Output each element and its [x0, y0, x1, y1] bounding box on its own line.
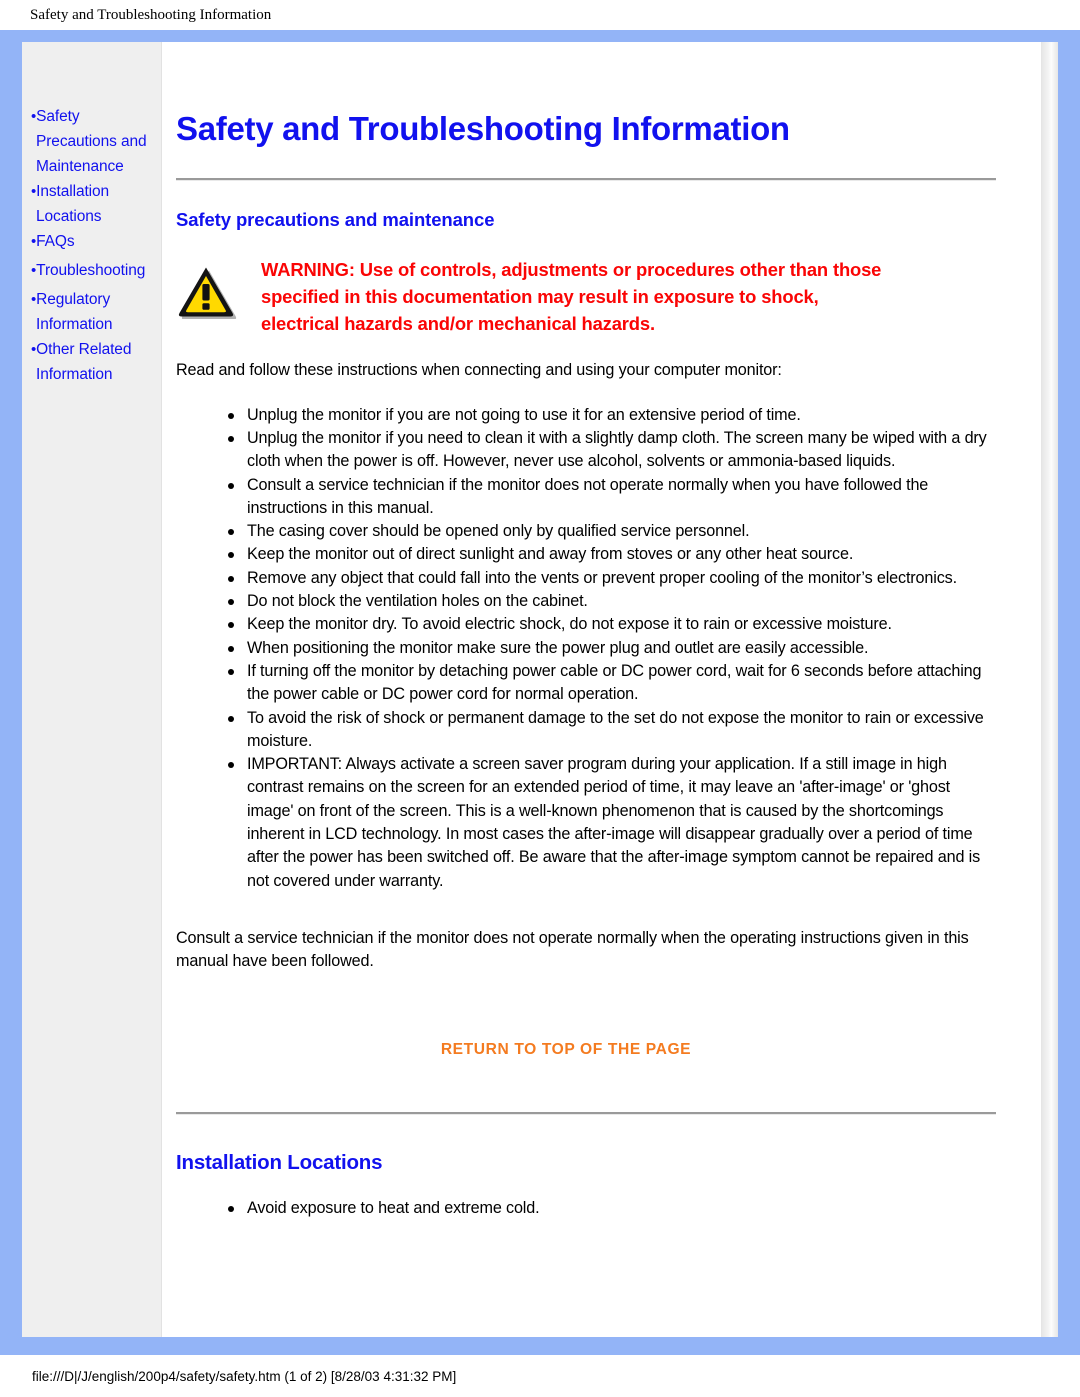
list-item: Do not block the ventilation holes on th…: [228, 590, 996, 613]
closing-paragraph: Consult a service technician if the moni…: [176, 928, 969, 970]
print-page-header: Safety and Troubleshooting Information: [30, 6, 272, 23]
divider-top: [176, 177, 996, 181]
page-body: •Safety Precautions and Maintenance •Ins…: [22, 42, 1058, 1337]
section-heading-installation-locations: Installation Locations: [176, 1150, 383, 1174]
sidebar-item-installation-locations[interactable]: •Installation Locations: [31, 179, 157, 229]
warning-block: WARNING: Use of controls, adjustments or…: [176, 256, 996, 337]
sidebar-item-troubleshooting[interactable]: •Troubleshooting: [31, 258, 157, 283]
warning-line-1: WARNING: Use of controls, adjustments or…: [261, 258, 882, 280]
sidebar-nav: •Safety Precautions and Maintenance •Ins…: [22, 42, 162, 1337]
main-content: Safety and Troubleshooting Information S…: [162, 42, 1058, 1337]
list-item: If turning off the monitor by detaching …: [228, 660, 996, 707]
list-item: Keep the monitor out of direct sunlight …: [228, 543, 996, 566]
warning-triangle-icon: [176, 256, 246, 324]
return-to-top[interactable]: RETURN TO TOP OF THE PAGE: [176, 1041, 996, 1059]
list-item: Consult a service technician if the moni…: [228, 474, 996, 521]
vertical-scrollbar[interactable]: [1041, 42, 1058, 1337]
list-item: Keep the monitor dry. To avoid electric …: [228, 613, 996, 636]
safety-bullet-list: Unplug the monitor if you are not going …: [176, 404, 996, 893]
intro-paragraph: Read and follow these instructions when …: [176, 360, 782, 379]
page-title: Safety and Troubleshooting Information: [176, 110, 790, 147]
sidebar-item-safety-precautions[interactable]: •Safety Precautions and Maintenance: [31, 104, 157, 179]
sidebar-nav-list: •Safety Precautions and Maintenance •Ins…: [22, 104, 161, 387]
sidebar-item-faqs[interactable]: •FAQs: [31, 229, 157, 254]
list-item: To avoid the risk of shock or permanent …: [228, 707, 996, 754]
print-page-footer: file:///D|/J/english/200p4/safety/safety…: [32, 1368, 457, 1384]
warning-text: WARNING: Use of controls, adjustments or…: [246, 256, 881, 337]
list-item: IMPORTANT: Always activate a screen save…: [228, 753, 996, 893]
return-to-top-link[interactable]: RETURN TO TOP OF THE PAGE: [441, 1041, 691, 1058]
list-item: When positioning the monitor make sure t…: [228, 637, 996, 660]
list-item: Avoid exposure to heat and extreme cold.: [228, 1197, 996, 1220]
warning-line-2: specified in this documentation may resu…: [261, 285, 819, 307]
content-padding: Safety and Troubleshooting Information S…: [162, 42, 1058, 1220]
sidebar-link-label[interactable]: Other Related Information: [36, 341, 131, 383]
divider-bottom: [176, 1111, 996, 1115]
list-item: The casing cover should be opened only b…: [228, 520, 996, 543]
sidebar-link-label[interactable]: Installation Locations: [36, 183, 109, 225]
sidebar-item-other-related-information[interactable]: •Other Related Information: [31, 337, 157, 387]
list-item: Remove any object that could fall into t…: [228, 567, 996, 590]
list-item: Unplug the monitor if you are not going …: [228, 404, 996, 427]
sidebar-item-regulatory-information[interactable]: •Regulatory Information: [31, 287, 157, 337]
section-heading-safety-precautions: Safety precautions and maintenance: [176, 208, 495, 230]
sidebar-link-label[interactable]: Troubleshooting: [36, 262, 145, 279]
sidebar-link-label[interactable]: Safety Precautions and Maintenance: [36, 108, 147, 175]
warning-line-3: electrical hazards and/or mechanical haz…: [261, 312, 655, 334]
browser-page-frame: •Safety Precautions and Maintenance •Ins…: [0, 30, 1080, 1355]
sidebar-link-label[interactable]: FAQs: [36, 233, 74, 250]
sidebar-link-label[interactable]: Regulatory Information: [36, 291, 113, 333]
installation-bullet-list: Avoid exposure to heat and extreme cold.: [176, 1197, 996, 1220]
list-item: Unplug the monitor if you need to clean …: [228, 427, 996, 474]
